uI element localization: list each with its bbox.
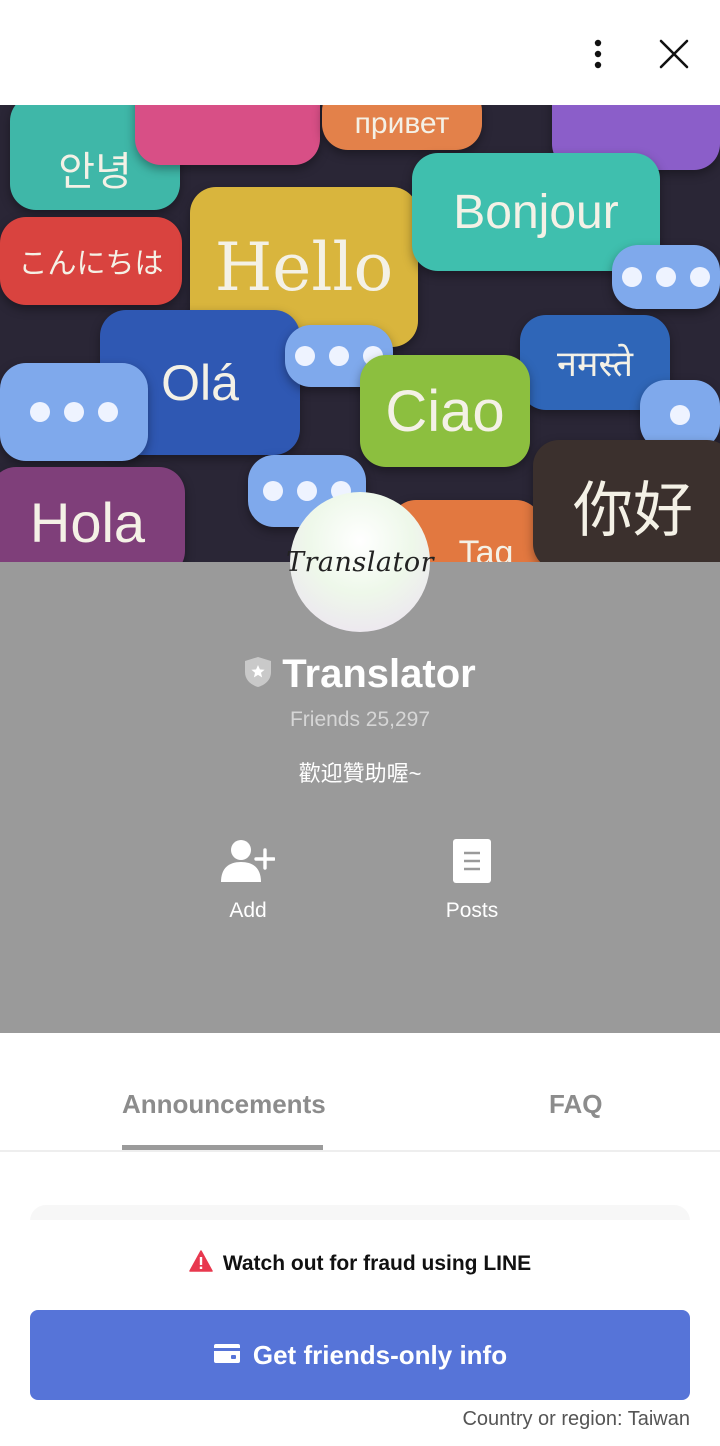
- tab-faq[interactable]: FAQ: [549, 1089, 602, 1120]
- fraud-warning-text: Watch out for fraud using LINE: [222, 1251, 532, 1275]
- greeting-bubble: привет: [322, 105, 482, 150]
- fraud-warning-link[interactable]: Watch out for fraud using LINE: [0, 1250, 720, 1277]
- warning-triangle-icon: [189, 1250, 213, 1277]
- avatar-text: Translator: [286, 546, 435, 578]
- shield-badge-icon: [244, 656, 272, 693]
- greeting-bubble: 你好: [533, 440, 720, 562]
- more-vertical-icon[interactable]: [578, 34, 618, 74]
- add-friend-icon: [221, 838, 276, 889]
- greeting-bubble: Hola: [0, 467, 185, 562]
- tab-bar: Announcements FAQ: [0, 1033, 720, 1152]
- avatar[interactable]: Translator: [286, 492, 434, 632]
- region-text: Country or region: Taiwan: [462, 1408, 690, 1430]
- greeting-bubble: Ciao: [360, 355, 530, 467]
- posts-label: Posts: [445, 899, 499, 922]
- posts-icon: [452, 838, 492, 889]
- greeting-bubble: こんにちは: [0, 217, 182, 305]
- get-friends-only-info-button[interactable]: Get friends-only info: [30, 1310, 690, 1400]
- profile-panel: [0, 562, 720, 1033]
- tab-announcements[interactable]: Announcements: [122, 1089, 326, 1120]
- profile-bio: 歡迎贊助喔~: [298, 761, 422, 786]
- top-bar: [0, 0, 720, 105]
- greeting-bubble: [135, 105, 320, 165]
- greeting-bubble: [0, 363, 148, 461]
- friends-count: Friends 25,297: [289, 708, 431, 731]
- close-icon[interactable]: [652, 32, 696, 76]
- greeting-bubble: [612, 245, 720, 309]
- add-label: Add: [229, 899, 267, 922]
- profile-name: Translator: [282, 652, 476, 696]
- add-friend-button[interactable]: Add: [188, 838, 308, 923]
- cta-label: Get friends-only info: [252, 1339, 508, 1370]
- active-tab-indicator: [122, 1145, 323, 1150]
- profile-name-row: Translator: [0, 652, 720, 697]
- card-icon: [213, 1342, 241, 1369]
- posts-button[interactable]: Posts: [412, 838, 532, 923]
